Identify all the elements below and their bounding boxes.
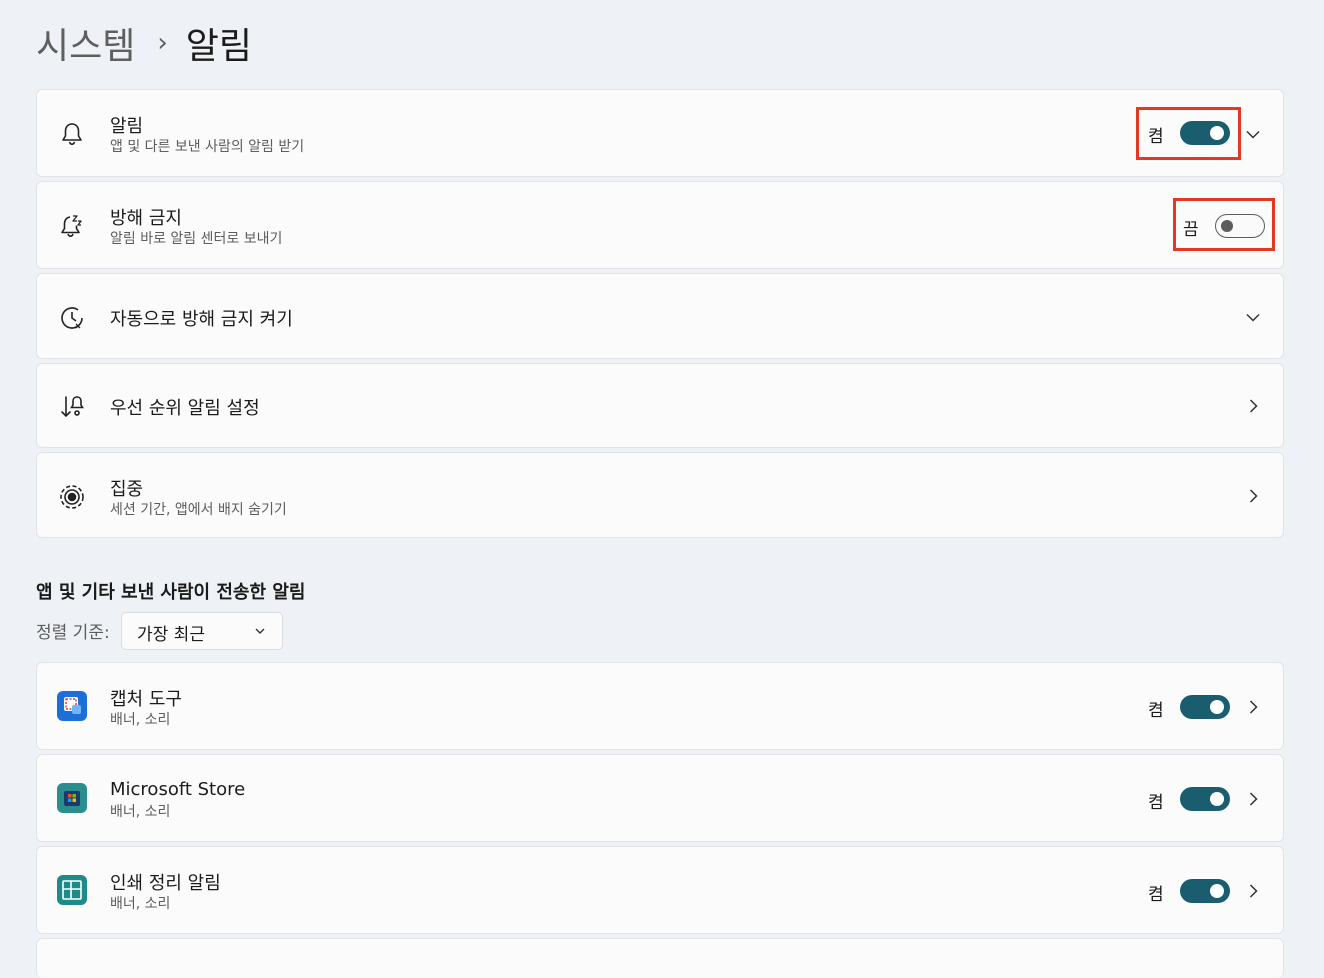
app-state-label: 켬 — [1148, 793, 1164, 813]
app-detail: 배너, 소리 — [110, 804, 171, 820]
chevron-right-icon[interactable] — [1245, 398, 1261, 414]
sort-label: 정렬 기준: — [36, 623, 110, 643]
priority-setting-card[interactable]: 우선 순위 알림 설정 — [36, 363, 1284, 448]
breadcrumb-parent[interactable]: 시스템 — [36, 17, 135, 69]
chevron-right-icon[interactable] — [1245, 488, 1261, 504]
priority-title: 우선 순위 알림 설정 — [110, 398, 260, 419]
auto-dnd-setting-card[interactable]: 자동으로 방해 금지 켜기 — [36, 273, 1284, 359]
dnd-title: 방해 금지 — [110, 208, 182, 229]
snipping-tool-icon — [57, 691, 87, 721]
apps-section-title: 앱 및 기타 보낸 사람이 전송한 알림 — [36, 582, 306, 603]
app-name: Microsoft Store — [110, 779, 246, 800]
app-name: 캡처 도구 — [110, 689, 182, 710]
highlight-box — [1136, 107, 1241, 160]
app-toggle[interactable] — [1180, 787, 1230, 811]
focus-icon — [57, 482, 87, 512]
app-detail: 배너, 소리 — [110, 896, 171, 912]
dnd-subtitle: 알림 바로 알림 센터로 보내기 — [110, 231, 283, 247]
app-row-snipping-tool[interactable]: 캡처 도구 배너, 소리 켬 — [36, 662, 1284, 750]
sort-dropdown[interactable]: 가장 최근 — [121, 612, 283, 650]
app-state-label: 켬 — [1148, 885, 1164, 905]
app-row-partial[interactable] — [36, 938, 1284, 978]
microsoft-store-icon — [57, 783, 87, 813]
app-state-label: 켬 — [1148, 701, 1164, 721]
chevron-right-icon[interactable] — [1245, 699, 1261, 715]
bell-snooze-icon — [57, 211, 87, 241]
chevron-down-icon[interactable] — [1245, 309, 1261, 325]
print-cleanup-icon — [57, 875, 87, 905]
breadcrumb: 시스템 › 알림 — [36, 18, 252, 68]
focus-title: 집중 — [110, 479, 144, 500]
breadcrumb-separator: › — [157, 28, 168, 58]
app-toggle[interactable] — [1180, 879, 1230, 903]
page-title: 알림 — [185, 26, 253, 67]
focus-subtitle: 세션 기간, 앱에서 배지 숨기기 — [110, 502, 287, 518]
notifications-setting-card[interactable]: 알림 앱 및 다른 보낸 사람의 알림 받기 켬 — [36, 89, 1284, 177]
dnd-setting-card[interactable]: 방해 금지 알림 바로 알림 센터로 보내기 끔 — [36, 181, 1284, 269]
bell-icon — [57, 119, 87, 149]
chevron-down-icon[interactable] — [1245, 126, 1261, 142]
notifications-title: 알림 — [110, 116, 144, 137]
app-toggle[interactable] — [1180, 695, 1230, 719]
auto-dnd-title: 자동으로 방해 금지 켜기 — [110, 309, 293, 330]
sort-dropdown-value: 가장 최근 — [137, 625, 205, 645]
app-row-print-cleanup[interactable]: 인쇄 정리 알림 배너, 소리 켬 — [36, 846, 1284, 934]
focus-setting-card[interactable]: 집중 세션 기간, 앱에서 배지 숨기기 — [36, 452, 1284, 538]
highlight-box — [1173, 198, 1275, 251]
app-detail: 배너, 소리 — [110, 712, 171, 728]
clock-icon — [57, 303, 87, 333]
chevron-down-icon — [255, 628, 265, 634]
chevron-right-icon[interactable] — [1245, 883, 1261, 899]
chevron-right-icon[interactable] — [1245, 791, 1261, 807]
app-name: 인쇄 정리 알림 — [110, 873, 221, 894]
priority-sort-icon — [57, 392, 87, 422]
app-row-microsoft-store[interactable]: Microsoft Store 배너, 소리 켬 — [36, 754, 1284, 842]
notifications-subtitle: 앱 및 다른 보낸 사람의 알림 받기 — [110, 139, 305, 155]
